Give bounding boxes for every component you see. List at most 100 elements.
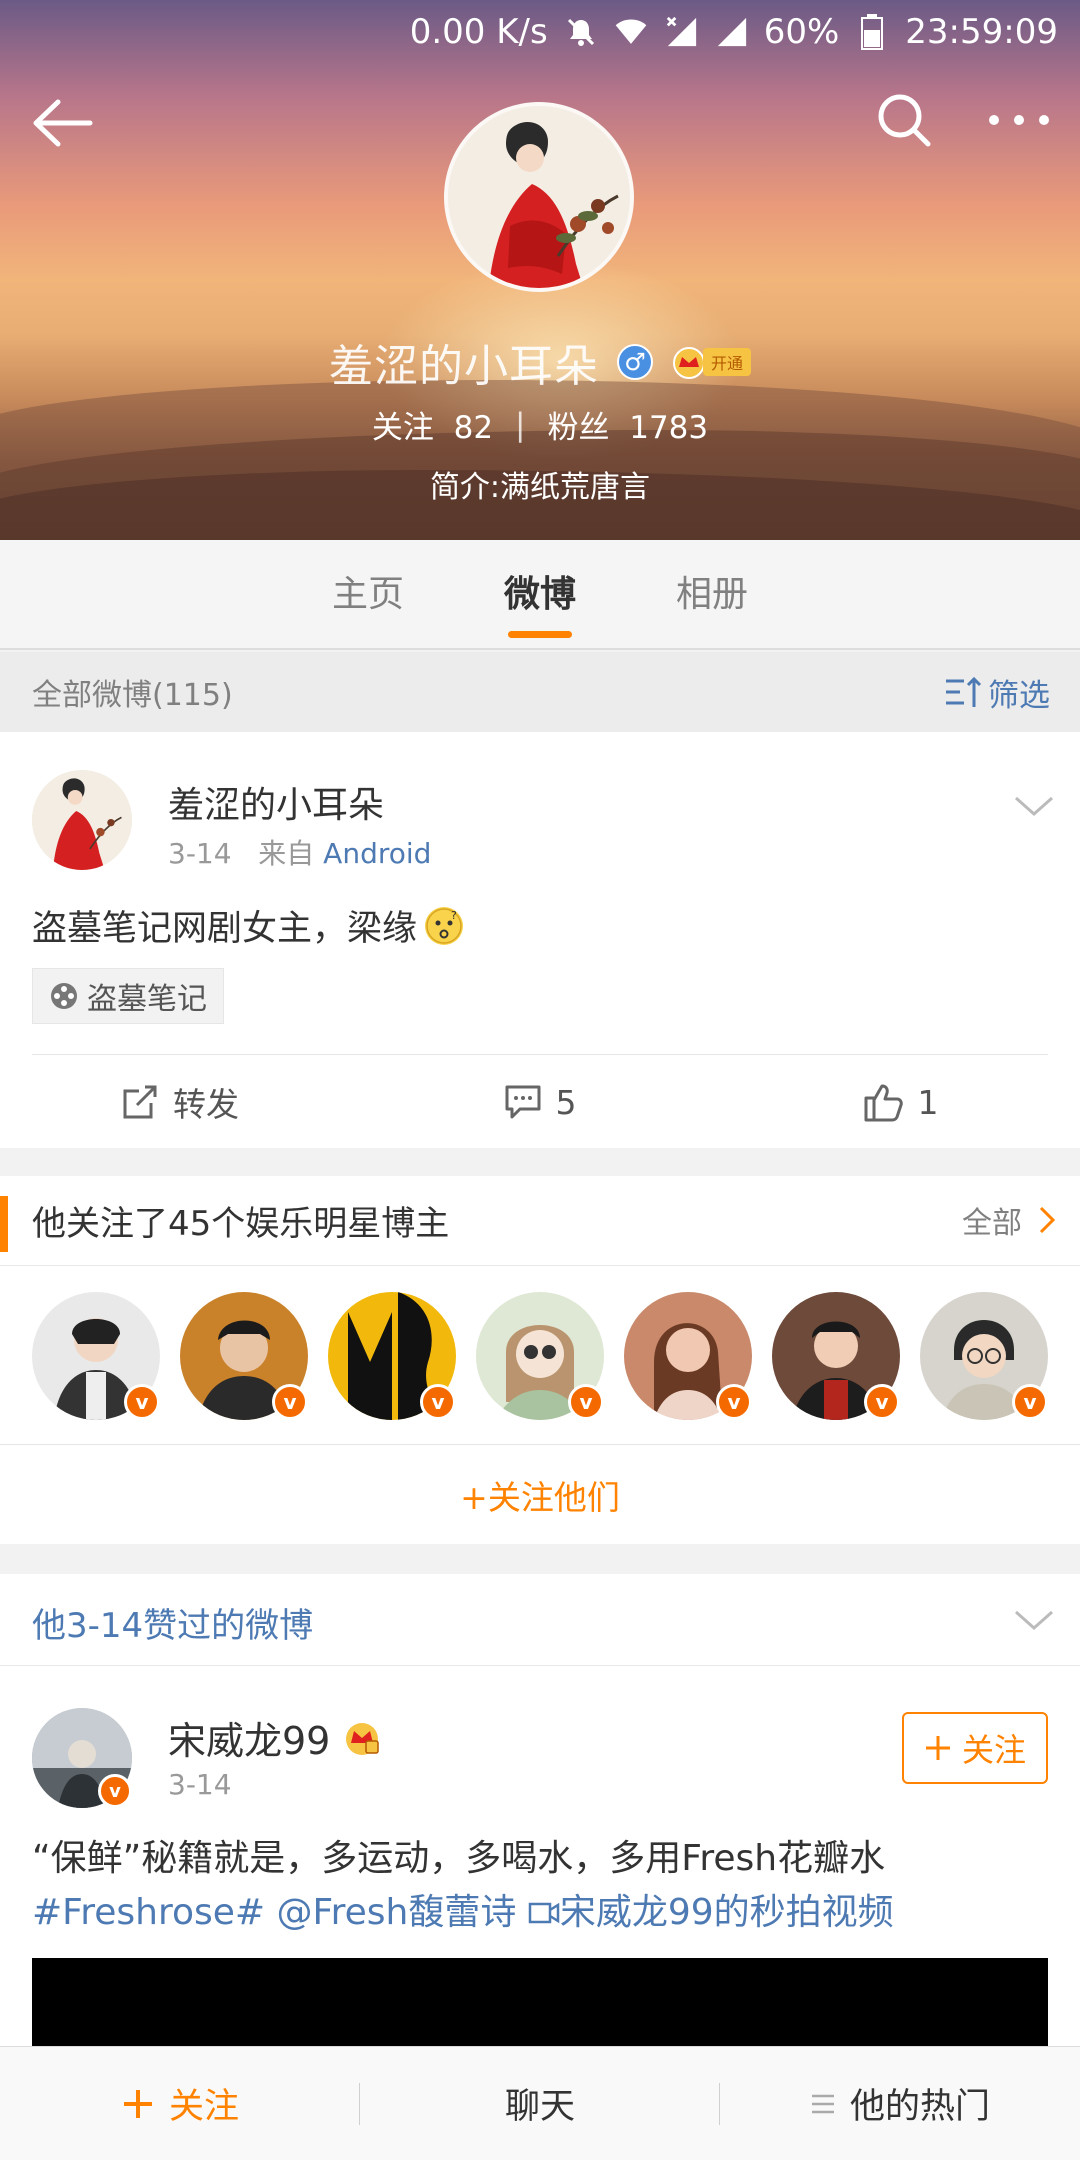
more-dots-icon [989,115,1049,125]
crown-icon [346,1722,380,1755]
more-button[interactable] [984,100,1054,140]
follow-label: 关注 [168,2087,239,2127]
verified-badge-icon: v [568,1384,604,1420]
verified-badge-icon: v [420,1384,456,1420]
post-from: 来自 [258,837,315,870]
weibo-post: 羞涩的小耳朵 3-14 来自 Android 盗墓笔记网剧女主，梁缘 ? 盗墓笔… [0,732,1080,1148]
post-menu-button[interactable] [1012,792,1056,822]
star-avatar[interactable]: v [772,1292,900,1420]
post-date: 3-14 [168,837,232,870]
verified-badge-icon: v [864,1384,900,1420]
tab-label: 相册 [676,574,749,615]
signal-icon [714,15,748,49]
post-date: 3-14 [168,1768,232,1801]
search-icon [878,94,931,147]
star-avatar[interactable]: v [476,1292,604,1420]
star-avatar[interactable]: v [624,1292,752,1420]
fans-label: 粉丝 [547,410,610,446]
post-avatar[interactable] [32,770,132,870]
following-label: 关注 [371,410,434,446]
liked-menu-button[interactable] [1012,1606,1056,1636]
video-thumbnail[interactable] [32,1958,1048,2046]
following-stars-card: 他关注了45个娱乐明星博主 全部 v v v v v v v +关注他们 [0,1176,1080,1544]
liked-weibo-post: v 宋威龙99 3-14 关注 “保鲜”秘籍就是，多运动，多喝水，多用Fresh… [0,1666,1080,2046]
search-button[interactable] [874,90,934,150]
tab-album[interactable]: 相册 [676,540,748,648]
vip-badge[interactable]: 开通 [671,345,751,379]
crown-icon [672,347,705,379]
topic-label: 盗墓笔记 [87,982,207,1017]
view-all-label: 全部 [962,1206,1022,1241]
profile-header: 0.00 K/s 60% 23:59:09 羞涩的小耳朵 ♂ 开通 关注 82 … [0,0,1080,540]
status-bar: 0.00 K/s 60% 23:59:09 [0,0,1080,64]
network-speed: 0.00 K/s [409,12,548,52]
tab-label: 微博 [503,574,576,615]
post-text-line: “保鲜”秘籍就是，多运动，多喝水，多用Fresh花瓣水 [32,1838,886,1879]
follow-them-button[interactable]: +关注他们 [0,1446,1080,1544]
chat-button[interactable]: 聊天 [360,2047,720,2160]
like-button[interactable]: 1 [720,1056,1080,1148]
post-source[interactable]: Android [323,837,431,870]
view-all-link[interactable]: 全部 [962,1198,1056,1242]
filter-button[interactable]: 筛选 [944,670,1050,715]
chevron-right-icon [1039,1206,1056,1234]
verified-badge-icon: v [98,1774,132,1808]
back-button[interactable] [30,96,94,150]
avatar-illustration [448,106,630,288]
stat-separator: | [515,406,526,443]
all-weibo-count: 全部微博(115) [32,678,233,713]
liked-posts-header[interactable]: 他3-14赞过的微博 [0,1574,1080,1666]
star-avatar[interactable]: v [180,1292,308,1420]
battery-icon [855,14,889,50]
comment-button[interactable]: 5 [360,1056,720,1148]
film-reel-icon [51,983,77,1009]
video-link-label: 宋威龙99的秒拍视频 [559,1892,894,1933]
hot-label: 他的热门 [849,2087,990,2127]
profile-avatar[interactable] [444,102,634,292]
like-count: 1 [917,1082,939,1122]
tab-active-indicator [507,631,572,638]
mention-link[interactable]: @Fresh馥蕾诗 [277,1892,517,1933]
bottom-action-bar: 关注 聊天 他的热门 [0,2046,1080,2160]
section-accent-bar [0,1196,8,1252]
filter-bar: 全部微博(115) 筛选 [0,652,1080,732]
post-links-line: #Freshrose# @Fresh馥蕾诗 宋威龙99的秒拍视频 [32,1886,1048,1940]
clock: 23:59:09 [905,12,1058,52]
profile-bio: 简介:满纸荒唐言 [429,470,651,505]
fans-count: 1783 [629,410,709,446]
hot-posts-button[interactable]: 他的热门 [720,2047,1080,2160]
battery-percent: 60% [763,12,840,52]
signal-x-icon [664,15,698,49]
follow-user-button[interactable]: 关注 [902,1712,1048,1784]
chevron-down-icon [1015,1610,1053,1631]
star-avatar[interactable]: v [920,1292,1048,1420]
tab-home[interactable]: 主页 [332,540,404,648]
profile-tabs: 主页 微博 相册 [0,540,1080,650]
post-author[interactable]: 羞涩的小耳朵 [168,776,384,828]
profile-stats: 关注 82 | 粉丝 1783 [0,402,1080,447]
svg-text:?: ? [451,909,457,922]
verified-badge-icon: v [716,1384,752,1420]
follow-profile-button[interactable]: 关注 [0,2047,360,2160]
repost-button[interactable]: 转发 [0,1056,360,1148]
tab-weibo[interactable]: 微博 [504,540,576,648]
topic-tag[interactable]: 盗墓笔记 [32,968,224,1024]
male-icon: ♂ [616,344,653,380]
post-author[interactable]: 宋威龙99 [168,1710,330,1765]
fans-stat[interactable]: 粉丝 1783 [548,402,709,447]
following-stat[interactable]: 关注 82 [372,402,493,447]
star-avatar[interactable]: v [328,1292,456,1420]
tab-label: 主页 [331,574,404,615]
confused-emoji-icon: ? [425,906,464,945]
following-card-header[interactable]: 他关注了45个娱乐明星博主 全部 [0,1176,1080,1266]
verified-badge-icon: v [124,1384,160,1420]
comment-count: 5 [555,1082,577,1122]
hashtag-link[interactable]: #Freshrose# [32,1892,265,1933]
chat-label: 聊天 [504,2087,575,2127]
filter-label: 筛选 [988,677,1050,714]
star-avatar[interactable]: v [32,1292,160,1420]
video-link[interactable]: 宋威龙99的秒拍视频 [528,1892,894,1933]
post-avatar[interactable]: v [32,1708,132,1808]
following-count: 82 [453,410,494,446]
following-card-title: 他关注了45个娱乐明星博主 [32,1204,450,1244]
